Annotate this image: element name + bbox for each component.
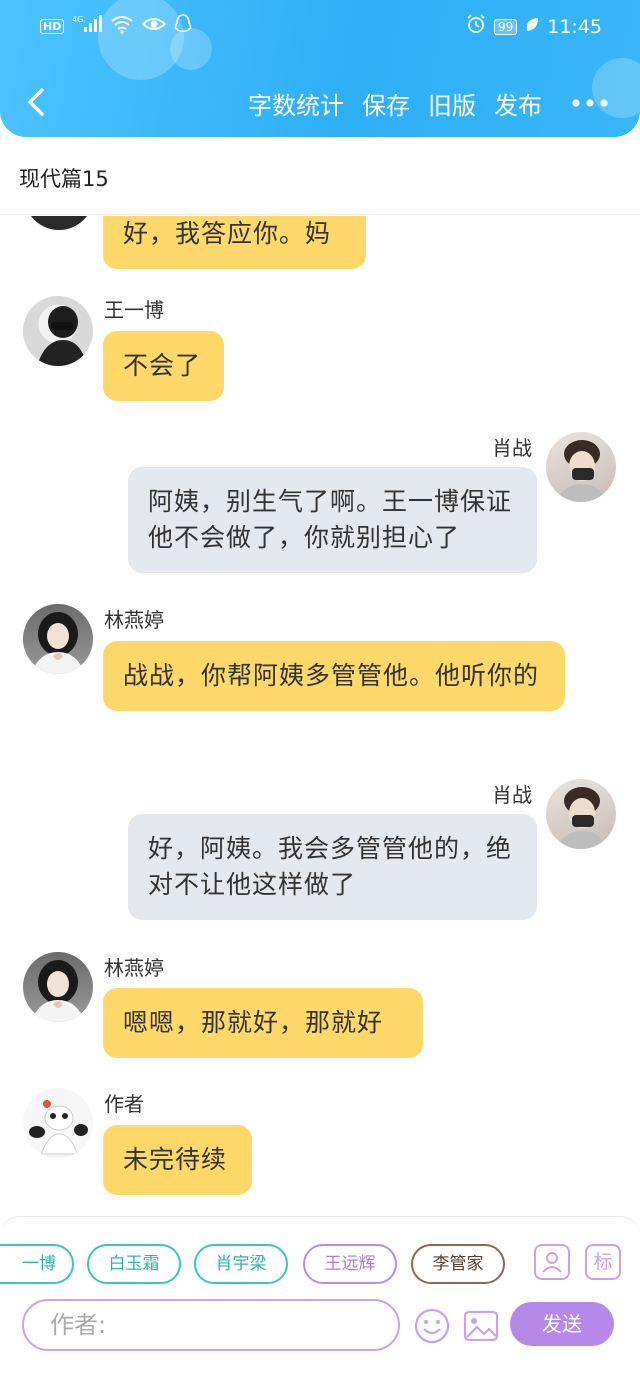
character-chip[interactable]: 肖宇梁: [194, 1244, 288, 1284]
signal-icon: 4G: [72, 14, 103, 38]
avatar-figure-icon: [37, 306, 87, 366]
message-input-field[interactable]: [22, 1299, 400, 1351]
send-button[interactable]: 发送: [510, 1302, 614, 1346]
chat-area[interactable]: 好，我答应你。妈 王一博 不会了 肖战 阿姨，别生气了啊。王一博保证他不会做了，…: [0, 216, 640, 1216]
chevron-left-icon: [28, 88, 44, 116]
character-chip[interactable]: 王远辉: [303, 1244, 397, 1284]
leaf-icon: [525, 16, 539, 38]
sender-name: 王一博: [104, 298, 164, 322]
old-version-button[interactable]: 旧版: [428, 86, 476, 121]
image-button[interactable]: [462, 1307, 500, 1345]
character-chip[interactable]: 一博: [0, 1244, 74, 1284]
page-title: 现代篇15: [19, 167, 109, 191]
wifi-icon: [110, 14, 134, 38]
publish-button[interactable]: 发布: [494, 86, 542, 121]
nav-actions: 字数统计 保存 旧版 发布: [248, 86, 542, 121]
sender-name: 作者: [104, 1092, 144, 1116]
character-select-button[interactable]: [534, 1244, 570, 1280]
alarm-icon: [466, 14, 486, 39]
qq-icon: [174, 14, 192, 38]
more-button[interactable]: [566, 88, 614, 118]
message-input[interactable]: [24, 1301, 398, 1349]
message-bubble[interactable]: 好，阿姨。我会多管管他的，绝对不让他这样做了: [128, 814, 537, 920]
avatar[interactable]: [23, 296, 93, 366]
avatar[interactable]: [23, 1088, 93, 1158]
avatar[interactable]: [23, 952, 93, 1022]
avatar[interactable]: [546, 432, 616, 502]
character-chip[interactable]: 李管家: [411, 1244, 505, 1284]
avatar-figure-icon: [556, 440, 608, 502]
sender-name: 肖战: [492, 436, 532, 460]
eye-icon: [141, 15, 167, 37]
message-bubble[interactable]: 不会了: [103, 331, 224, 401]
hd-indicator: HD: [40, 18, 65, 34]
nav-row: 字数统计 保存 旧版 发布: [0, 76, 640, 132]
svg-text:4G: 4G: [72, 15, 83, 24]
message-bubble[interactable]: 嗯嗯，那就好，那就好: [103, 988, 423, 1058]
title-row: 现代篇15: [0, 137, 640, 215]
battery-indicator: 99: [493, 18, 518, 35]
sender-name: 肖战: [492, 783, 532, 807]
clock-time: 11:45: [547, 15, 602, 38]
sender-name: 林燕婷: [104, 956, 164, 980]
image-icon: [463, 1310, 499, 1342]
status-bar: HD 4G 99 11:45: [0, 0, 640, 56]
emoji-button[interactable]: [413, 1307, 451, 1345]
avatar-figure-icon: [556, 787, 608, 849]
person-icon: [542, 1252, 562, 1273]
composer-panel: 一博 白玉霜 肖宇梁 王远辉 李管家 标 发送: [0, 1216, 640, 1356]
word-count-button[interactable]: 字数统计: [248, 86, 344, 121]
mark-button[interactable]: 标: [585, 1244, 621, 1280]
avatar[interactable]: [546, 779, 616, 849]
back-button[interactable]: [18, 82, 58, 122]
more-dots-icon: [572, 99, 608, 107]
save-button[interactable]: 保存: [362, 86, 410, 121]
sender-name: 林燕婷: [104, 608, 164, 632]
avatar-figure-icon: [29, 1100, 88, 1155]
top-header: HD 4G 99 11:45 字数统计 保存 旧版 发布: [0, 0, 640, 137]
avatar-figure-icon: [31, 960, 85, 1022]
emoji-icon: [414, 1308, 450, 1344]
message-bubble[interactable]: 阿姨，别生气了啊。王一博保证他不会做了，你就别担心了: [128, 467, 537, 573]
avatar[interactable]: [23, 604, 93, 674]
message-bubble[interactable]: 战战，你帮阿姨多管管他。他听你的: [103, 641, 565, 711]
character-chip[interactable]: 白玉霜: [87, 1244, 181, 1284]
message-bubble[interactable]: 未完待续: [103, 1125, 252, 1195]
avatar-figure-icon: [31, 612, 85, 674]
message-bubble[interactable]: 好，我答应你。妈: [103, 216, 366, 269]
avatar[interactable]: [24, 216, 94, 230]
